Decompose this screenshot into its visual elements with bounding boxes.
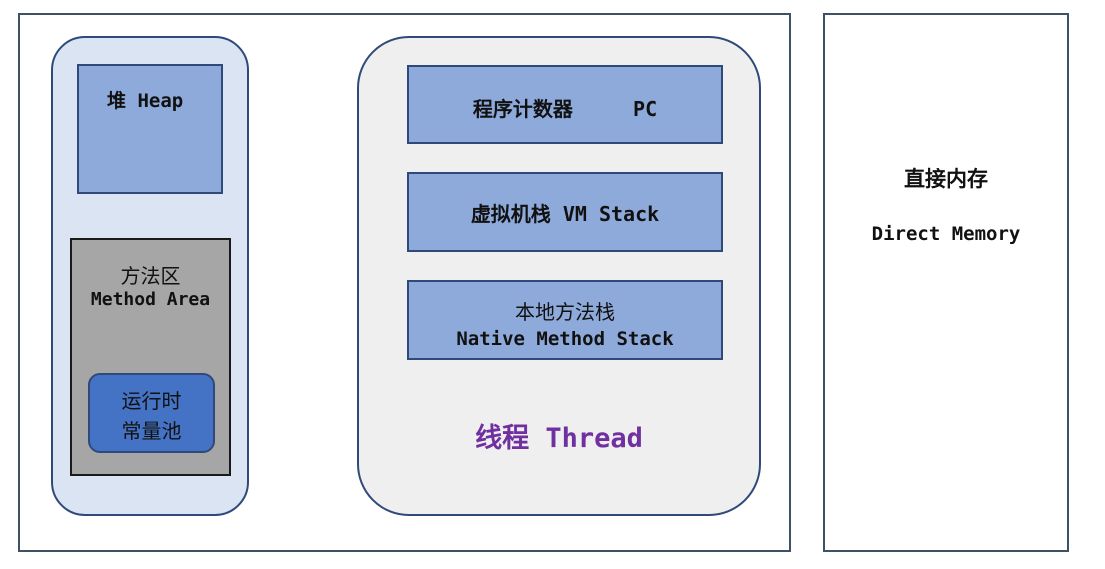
method-area-label-cn: 方法区 — [120, 264, 181, 288]
direct-memory-label-en: Direct Memory — [871, 223, 1021, 245]
program-counter-label: 程序计数器 PC — [472, 97, 658, 121]
thread-label: 线程 Thread — [475, 423, 643, 454]
runtime-constant-pool-line2: 常量池 — [121, 419, 182, 443]
heap-label: 堆 Heap — [107, 90, 184, 112]
runtime-constant-pool-line1: 运行时 — [121, 389, 182, 413]
heap-box: 堆 Heap — [77, 64, 223, 194]
vm-stack-box: 虚拟机栈 VM Stack — [407, 172, 723, 252]
vm-stack-label: 虚拟机栈 VM Stack — [470, 202, 660, 226]
native-method-stack-label-cn: 本地方法栈 — [515, 300, 615, 324]
native-method-stack-label-en: Native Method Stack — [456, 328, 674, 350]
program-counter-box: 程序计数器 PC — [407, 65, 723, 144]
native-method-stack-box: 本地方法栈 Native Method Stack — [407, 280, 723, 360]
method-area-label-en: Method Area — [90, 289, 211, 310]
direct-memory-frame: 直接内存 Direct Memory — [823, 13, 1069, 552]
direct-memory-label-cn: 直接内存 — [904, 167, 988, 191]
runtime-constant-pool-box: 运行时 常量池 — [88, 373, 215, 453]
